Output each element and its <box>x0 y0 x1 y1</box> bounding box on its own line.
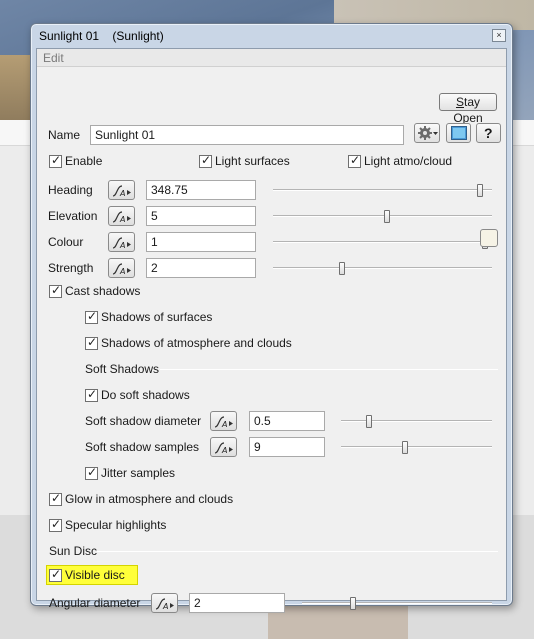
visible-disc-label: Visible disc <box>65 568 125 582</box>
enable-label: Enable <box>65 154 103 168</box>
strength-label: Strength <box>48 261 94 275</box>
do-soft-shadows-label: Do soft shadows <box>101 388 190 402</box>
elevation-slider-thumb[interactable] <box>384 210 390 223</box>
specular-checkbox[interactable] <box>49 517 62 532</box>
animation-curve-icon: A <box>112 263 131 276</box>
animation-curve-icon: A <box>112 237 131 250</box>
colour-animation-button[interactable]: A <box>108 232 135 252</box>
cast-shadows-checkbox[interactable] <box>49 283 62 298</box>
colour-label: Colour <box>48 235 84 249</box>
soft-shadow-diameter-slider[interactable] <box>341 420 492 422</box>
close-icon: × <box>496 30 502 40</box>
angular-diameter-label: Angular diameter <box>49 596 141 610</box>
help-icon: ? <box>484 125 493 141</box>
preview-icon <box>451 126 467 140</box>
dialog-body: Edit Stay Open Name Sunlight 01 ? Enable <box>36 48 507 613</box>
gear-icon <box>418 126 438 140</box>
strength-input[interactable]: 2 <box>146 258 256 278</box>
elevation-slider[interactable] <box>273 215 492 217</box>
stay-open-mnemonic: S <box>455 95 464 109</box>
light-atmo-checkbox[interactable] <box>348 153 361 168</box>
soft-shadows-divider <box>160 369 498 370</box>
soft-shadow-diameter-label: Soft shadow diameter <box>85 414 202 428</box>
animation-curve-icon: A <box>112 211 131 224</box>
soft-shadows-heading: Soft Shadows <box>85 362 160 376</box>
heading-label: Heading <box>48 183 93 197</box>
title-bar[interactable]: Sunlight 01 (Sunlight) × <box>31 24 512 48</box>
close-button[interactable]: × <box>492 29 506 42</box>
heading-slider-thumb[interactable] <box>477 184 483 197</box>
heading-animation-button[interactable]: A <box>108 180 135 200</box>
jitter-samples-checkbox[interactable] <box>85 465 98 480</box>
animation-curve-icon: A <box>155 598 174 611</box>
soft-shadow-samples-input[interactable]: 9 <box>249 437 325 457</box>
stay-open-button[interactable]: Stay Open <box>439 93 497 125</box>
elevation-input[interactable]: 5 <box>146 206 256 226</box>
glow-checkbox[interactable] <box>49 491 62 506</box>
shadows-of-surfaces-checkbox[interactable] <box>85 309 98 324</box>
name-label: Name <box>48 128 81 142</box>
animation-curve-icon: A <box>112 185 131 198</box>
cast-shadows-label: Cast shadows <box>65 284 141 298</box>
specular-label: Specular highlights <box>65 518 167 532</box>
sunlight-dialog: Sunlight 01 (Sunlight) × Edit Stay Open … <box>30 23 513 613</box>
menu-bar: Edit <box>37 49 506 67</box>
do-soft-shadows-checkbox[interactable] <box>85 387 98 402</box>
sun-disc-heading: Sun Disc <box>49 544 98 558</box>
elevation-label: Elevation <box>48 209 98 223</box>
heading-input[interactable]: 348.75 <box>146 180 256 200</box>
soft-shadow-diameter-slider-thumb[interactable] <box>366 415 372 428</box>
svg-text:A: A <box>221 446 227 455</box>
visible-disc-checkbox[interactable] <box>49 567 62 582</box>
elevation-animation-button[interactable]: A <box>108 206 135 226</box>
name-input[interactable]: Sunlight 01 <box>90 125 404 145</box>
light-surfaces-label: Light surfaces <box>215 154 290 168</box>
angular-diameter-animation-button[interactable]: A <box>151 593 178 613</box>
svg-text:A: A <box>119 215 125 224</box>
sun-disc-divider <box>97 551 498 552</box>
animation-curve-icon: A <box>214 442 233 455</box>
menu-edit[interactable]: Edit <box>43 51 64 65</box>
angular-diameter-input[interactable]: 2 <box>189 593 285 613</box>
light-surfaces-checkbox[interactable] <box>199 153 212 168</box>
svg-text:A: A <box>119 267 125 276</box>
shadows-of-atmosphere-checkbox[interactable] <box>85 335 98 350</box>
soft-shadow-samples-animation-button[interactable]: A <box>210 437 237 457</box>
strength-slider[interactable] <box>273 267 492 269</box>
strength-animation-button[interactable]: A <box>108 258 135 278</box>
help-button[interactable]: ? <box>476 123 501 143</box>
colour-slider[interactable] <box>273 241 492 243</box>
angular-diameter-slider[interactable] <box>302 602 492 604</box>
shadows-of-surfaces-label: Shadows of surfaces <box>101 310 213 324</box>
preview-button[interactable] <box>446 123 471 143</box>
soft-shadow-samples-slider-thumb[interactable] <box>402 441 408 454</box>
angular-diameter-slider-thumb[interactable] <box>350 597 356 610</box>
soft-shadow-diameter-animation-button[interactable]: A <box>210 411 237 431</box>
svg-text:A: A <box>162 602 168 611</box>
colour-input[interactable]: 1 <box>146 232 256 252</box>
gear-button[interactable] <box>414 123 440 143</box>
heading-slider[interactable] <box>273 189 492 191</box>
shadows-of-atmosphere-label: Shadows of atmosphere and clouds <box>101 336 292 350</box>
glow-label: Glow in atmosphere and clouds <box>65 492 234 506</box>
soft-shadow-diameter-input[interactable]: 0.5 <box>249 411 325 431</box>
soft-shadow-samples-label: Soft shadow samples <box>85 440 200 454</box>
svg-text:A: A <box>119 189 125 198</box>
window-title: Sunlight 01 (Sunlight) <box>39 29 164 43</box>
soft-shadow-samples-slider[interactable] <box>341 446 492 448</box>
svg-text:A: A <box>119 241 125 250</box>
enable-checkbox[interactable] <box>49 153 62 168</box>
svg-text:A: A <box>221 420 227 429</box>
colour-swatch[interactable] <box>480 229 498 247</box>
animation-curve-icon: A <box>214 416 233 429</box>
strength-slider-thumb[interactable] <box>339 262 345 275</box>
light-atmo-label: Light atmo/cloud <box>364 154 453 168</box>
jitter-samples-label: Jitter samples <box>101 466 176 480</box>
